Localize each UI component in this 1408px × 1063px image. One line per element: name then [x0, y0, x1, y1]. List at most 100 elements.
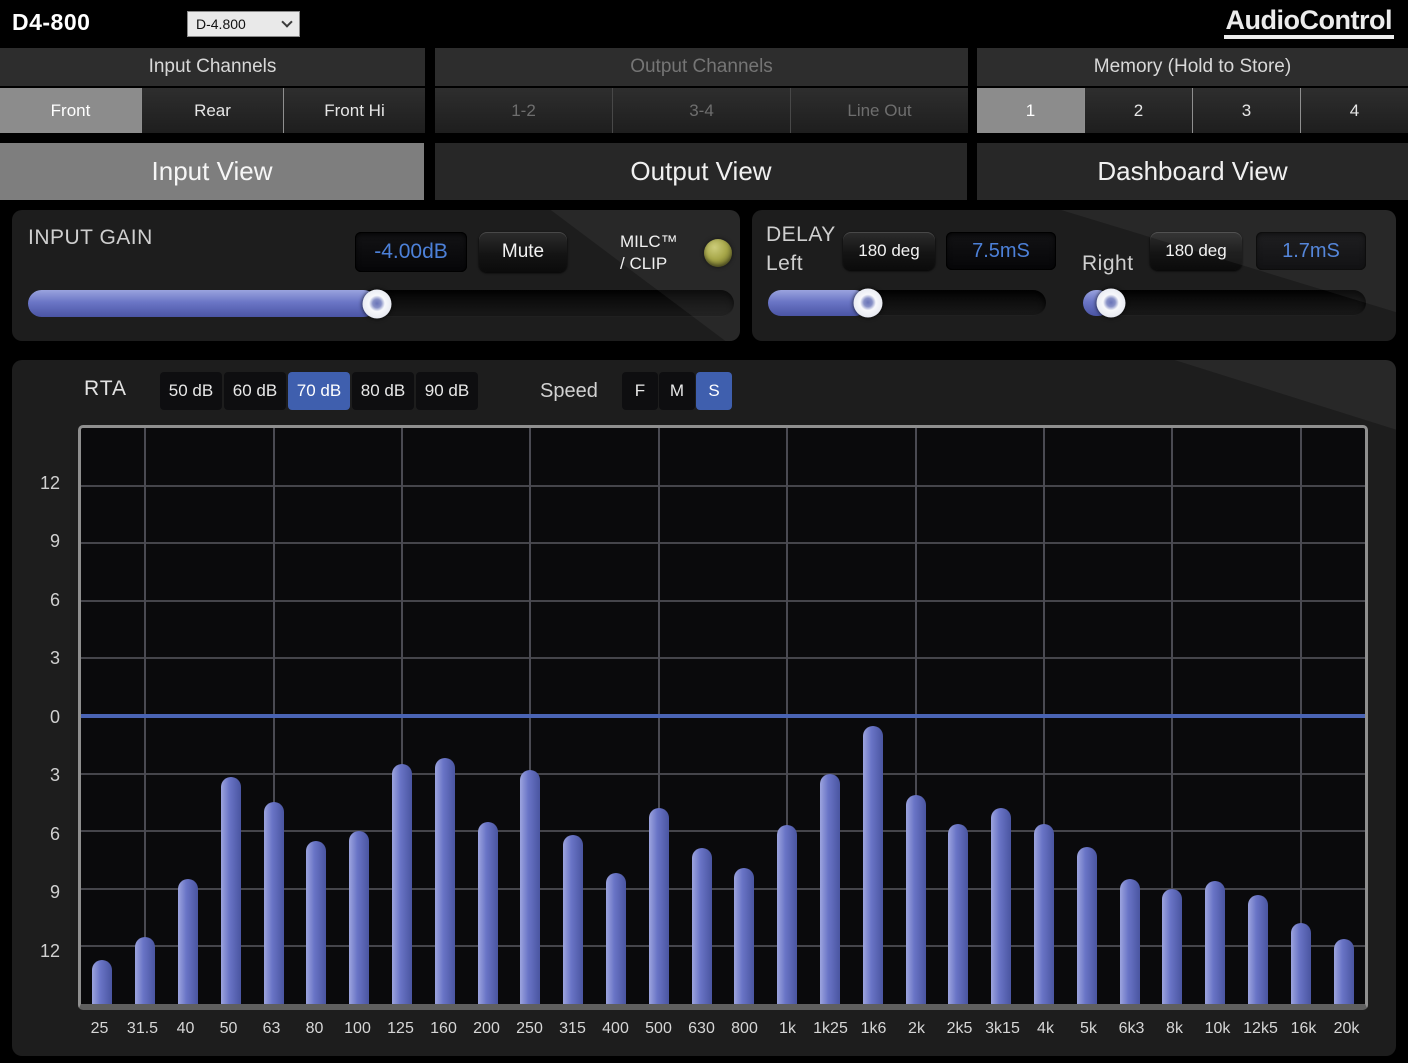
- x-axis-label: 6k3: [1119, 1020, 1145, 1038]
- device-selector-dropdown[interactable]: D-4.800: [187, 11, 300, 37]
- delay-left-slider[interactable]: [768, 290, 1046, 316]
- input-gain-slider[interactable]: [28, 290, 734, 317]
- rta-90db-button[interactable]: 90 dB: [416, 372, 478, 410]
- x-axis-label: 31.5: [127, 1020, 158, 1038]
- delay-right-value[interactable]: 1.7mS: [1256, 232, 1366, 270]
- tab-output-view[interactable]: Output View: [435, 143, 967, 200]
- x-axis-label: 125: [387, 1020, 414, 1038]
- x-axis-label: 40: [177, 1020, 195, 1038]
- tab-input-view[interactable]: Input View: [0, 143, 424, 200]
- rta-bar-4k: [1034, 824, 1054, 1004]
- rta-bar-80: [306, 841, 326, 1004]
- y-axis-label: 3: [20, 648, 60, 669]
- audiocontrol-logo: AudioControl: [1224, 6, 1394, 39]
- memory-4-button[interactable]: 4: [1301, 88, 1408, 133]
- x-axis-label: 800: [731, 1020, 758, 1038]
- rta-bar-800: [734, 868, 754, 1004]
- rta-bar-1k: [777, 825, 797, 1004]
- rta-label: RTA: [84, 377, 127, 401]
- rta-bar-2k5: [948, 824, 968, 1004]
- input-channels-header: Input Channels: [0, 48, 425, 86]
- input-gain-slider-fill: [28, 290, 377, 317]
- input-channel-rear-button[interactable]: Rear: [142, 88, 284, 133]
- delay-left-value[interactable]: 7.5mS: [946, 232, 1056, 270]
- memory-1-button[interactable]: 1: [977, 88, 1085, 133]
- x-axis-label: 16k: [1291, 1020, 1317, 1038]
- delay-right-slider-thumb[interactable]: [1097, 289, 1126, 318]
- rta-bar-200: [478, 822, 498, 1004]
- rta-bar-20k: [1334, 939, 1354, 1004]
- x-axis-label: 5k: [1080, 1020, 1097, 1038]
- delay-left-slider-thumb[interactable]: [854, 289, 883, 318]
- x-axis-label: 630: [688, 1020, 715, 1038]
- input-gain-value[interactable]: -4.00dB: [355, 232, 467, 272]
- zero-db-reference-line: [81, 714, 1365, 718]
- x-axis-label: 1k: [779, 1020, 796, 1038]
- delay-left-label: Left: [766, 252, 803, 276]
- rta-60db-button[interactable]: 60 dB: [224, 372, 286, 410]
- x-axis-label: 10k: [1205, 1020, 1231, 1038]
- x-axis-label: 50: [220, 1020, 238, 1038]
- rta-y-axis: 12963036912: [12, 425, 68, 1010]
- x-axis-label: 8k: [1166, 1020, 1183, 1038]
- rta-db-range-buttons: 50 dB 60 dB 70 dB 80 dB 90 dB: [160, 372, 478, 410]
- delay-panel: DELAY Left 180 deg 7.5mS Right 180 deg 1…: [752, 210, 1396, 341]
- device-selector-value: D-4.800: [196, 16, 246, 32]
- output-channel-3-4-button[interactable]: 3-4: [613, 88, 791, 133]
- output-channels-header: Output Channels: [435, 48, 968, 86]
- x-axis-label: 20k: [1334, 1020, 1360, 1038]
- rta-70db-button[interactable]: 70 dB: [288, 372, 350, 410]
- rta-bar-125: [392, 764, 412, 1004]
- delay-right-phase-button[interactable]: 180 deg: [1150, 232, 1242, 270]
- x-axis-label: 100: [344, 1020, 371, 1038]
- y-axis-label: 6: [20, 824, 60, 845]
- window-title: D4-800: [12, 9, 90, 36]
- rta-bar-25: [92, 960, 112, 1004]
- input-gain-label: INPUT GAIN: [28, 226, 153, 250]
- x-axis-label: 80: [306, 1020, 324, 1038]
- output-channel-1-2-button[interactable]: 1-2: [435, 88, 613, 133]
- memory-3-button[interactable]: 3: [1193, 88, 1301, 133]
- input-gain-slider-thumb[interactable]: [362, 289, 391, 318]
- x-axis-label: 63: [263, 1020, 281, 1038]
- chevron-down-icon: [281, 16, 292, 27]
- delay-right-slider[interactable]: [1083, 290, 1366, 316]
- rta-speed-slow-button[interactable]: S: [696, 372, 732, 410]
- rta-bar-63: [264, 802, 284, 1004]
- x-axis-label: 400: [602, 1020, 629, 1038]
- y-axis-label: 9: [20, 882, 60, 903]
- output-channel-line-out-button[interactable]: Line Out: [791, 88, 968, 133]
- x-axis-label: 160: [430, 1020, 457, 1038]
- y-axis-label: 9: [20, 531, 60, 552]
- rta-50db-button[interactable]: 50 dB: [160, 372, 222, 410]
- rta-speed-fast-button[interactable]: F: [622, 372, 658, 410]
- input-gain-panel: INPUT GAIN -4.00dB Mute MILC™ / CLIP: [12, 210, 740, 341]
- y-axis-label: 12: [20, 941, 60, 962]
- x-axis-label: 3k15: [985, 1020, 1020, 1038]
- mute-button[interactable]: Mute: [479, 232, 567, 272]
- x-axis-label: 25: [91, 1020, 109, 1038]
- memory-2-button[interactable]: 2: [1085, 88, 1193, 133]
- rta-bar-100: [349, 831, 369, 1004]
- rta-80db-button[interactable]: 80 dB: [352, 372, 414, 410]
- input-channel-front-button[interactable]: Front: [0, 88, 142, 133]
- x-axis-label: 315: [559, 1020, 586, 1038]
- rta-bar-5k: [1077, 847, 1097, 1004]
- x-axis-label: 1k6: [861, 1020, 887, 1038]
- x-axis-label: 4k: [1037, 1020, 1054, 1038]
- x-axis-label: 2k5: [947, 1020, 973, 1038]
- delay-left-phase-button[interactable]: 180 deg: [843, 232, 935, 270]
- x-axis-label: 2k: [908, 1020, 925, 1038]
- rta-bar-2k: [906, 795, 926, 1004]
- rta-panel: RTA 50 dB 60 dB 70 dB 80 dB 90 dB Speed …: [12, 360, 1396, 1056]
- delay-label: DELAY: [766, 223, 836, 247]
- input-channel-front-hi-button[interactable]: Front Hi: [284, 88, 425, 133]
- input-channels-section: Input Channels Front Rear Front Hi: [0, 48, 425, 133]
- rta-bar-31.5: [135, 937, 155, 1004]
- tab-dashboard-view[interactable]: Dashboard View: [977, 143, 1408, 200]
- rta-bar-1k6: [863, 726, 883, 1004]
- output-channels-section: Output Channels 1-2 3-4 Line Out: [435, 48, 968, 133]
- rta-speed-buttons: F M S: [622, 372, 732, 410]
- rta-bar-6k3: [1120, 879, 1140, 1004]
- rta-speed-medium-button[interactable]: M: [659, 372, 695, 410]
